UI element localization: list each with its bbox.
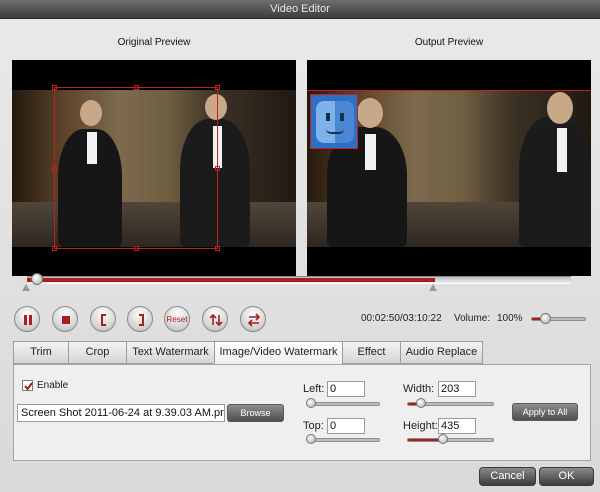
watermark-image: [310, 94, 358, 149]
crop-handle[interactable]: [215, 85, 220, 90]
end-marker[interactable]: [429, 284, 437, 291]
finder-icon: [316, 101, 354, 143]
left-field[interactable]: [327, 381, 365, 397]
volume-knob[interactable]: [540, 313, 551, 324]
tab-crop[interactable]: Crop: [68, 341, 126, 364]
volume-value: 100%: [497, 313, 523, 324]
output-preview-label: Output Preview: [414, 37, 484, 48]
original-preview[interactable]: [12, 60, 296, 276]
crop-handle[interactable]: [52, 85, 57, 90]
crop-handle[interactable]: [134, 85, 139, 90]
crop-handle[interactable]: [215, 246, 220, 251]
bracket-left-icon: [101, 314, 106, 326]
apply-to-all-button[interactable]: Apply to All: [512, 403, 578, 421]
tab-trim[interactable]: Trim: [13, 341, 68, 364]
flip-vertical-icon: [209, 313, 223, 327]
original-preview-label: Original Preview: [117, 37, 191, 48]
enable-checkbox[interactable]: [22, 380, 33, 391]
editor-tabs: Trim Crop Text Watermark Image/Video Wat…: [13, 341, 483, 364]
timeline-track[interactable]: [27, 276, 571, 284]
reset-button[interactable]: Reset: [164, 306, 190, 332]
pause-icon: [24, 315, 32, 325]
flip-vertical-button[interactable]: [202, 306, 228, 332]
width-input[interactable]: [439, 382, 475, 396]
crop-handle[interactable]: [215, 166, 220, 171]
left-label: Left:: [303, 383, 325, 395]
height-field[interactable]: [438, 418, 476, 434]
stop-icon: [62, 316, 70, 324]
width-label: Width:: [403, 383, 435, 395]
left-slider[interactable]: [306, 398, 380, 408]
height-slider-knob[interactable]: [438, 434, 448, 444]
top-label: Top:: [303, 420, 324, 432]
top-field[interactable]: [327, 418, 365, 434]
volume-slider[interactable]: [531, 313, 586, 324]
enable-label: Enable: [37, 380, 69, 391]
flip-horizontal-icon: [247, 313, 261, 327]
tab-effect[interactable]: Effect: [342, 341, 400, 364]
watermark-panel: Enable Browse Left: Top: Width: Height:: [13, 364, 591, 461]
tab-audio-replace[interactable]: Audio Replace: [400, 341, 483, 364]
height-input[interactable]: [439, 419, 475, 433]
pause-button[interactable]: [14, 306, 40, 332]
crop-handle[interactable]: [52, 166, 57, 171]
ok-button[interactable]: OK: [539, 467, 594, 486]
tab-image-video-watermark[interactable]: Image/Video Watermark: [214, 341, 342, 364]
crop-handle[interactable]: [134, 246, 139, 251]
output-frame-border: [307, 90, 591, 91]
top-input[interactable]: [328, 419, 364, 433]
top-slider-knob[interactable]: [306, 434, 316, 444]
height-slider-fill: [408, 439, 442, 441]
width-field[interactable]: [438, 381, 476, 397]
watermark-file-input[interactable]: [18, 405, 224, 421]
window-title: Video Editor: [270, 3, 330, 15]
crop-handle[interactable]: [52, 246, 57, 251]
width-slider[interactable]: [407, 398, 494, 408]
watermark-file-field[interactable]: [17, 404, 225, 422]
output-preview: [307, 60, 591, 276]
reset-label: Reset: [166, 315, 188, 324]
browse-button[interactable]: Browse: [227, 404, 284, 422]
left-input[interactable]: [328, 382, 364, 396]
bracket-right-icon: [139, 314, 144, 326]
height-slider[interactable]: [407, 434, 494, 444]
stop-button[interactable]: [52, 306, 78, 332]
flip-horizontal-button[interactable]: [240, 306, 266, 332]
mark-out-button[interactable]: [127, 306, 153, 332]
start-marker[interactable]: [22, 284, 30, 291]
timeline-progress: [27, 278, 435, 282]
left-slider-knob[interactable]: [306, 398, 316, 408]
checkmark-icon: [24, 382, 33, 391]
crop-selection-box[interactable]: [52, 85, 220, 251]
title-bar: Video Editor: [0, 0, 600, 19]
cancel-button[interactable]: Cancel: [479, 467, 536, 486]
top-slider[interactable]: [306, 434, 380, 444]
height-label: Height:: [403, 420, 438, 432]
tab-text-watermark[interactable]: Text Watermark: [126, 341, 214, 364]
timecode-display: 00:02:50/03:10:22: [361, 313, 442, 324]
width-slider-knob[interactable]: [416, 398, 426, 408]
video-editor-window: Original Preview Output Preview Reset 00…: [0, 19, 600, 492]
volume-label: Volume:: [454, 313, 491, 324]
mark-in-button[interactable]: [90, 306, 116, 332]
timeline-thumb[interactable]: [31, 273, 43, 285]
